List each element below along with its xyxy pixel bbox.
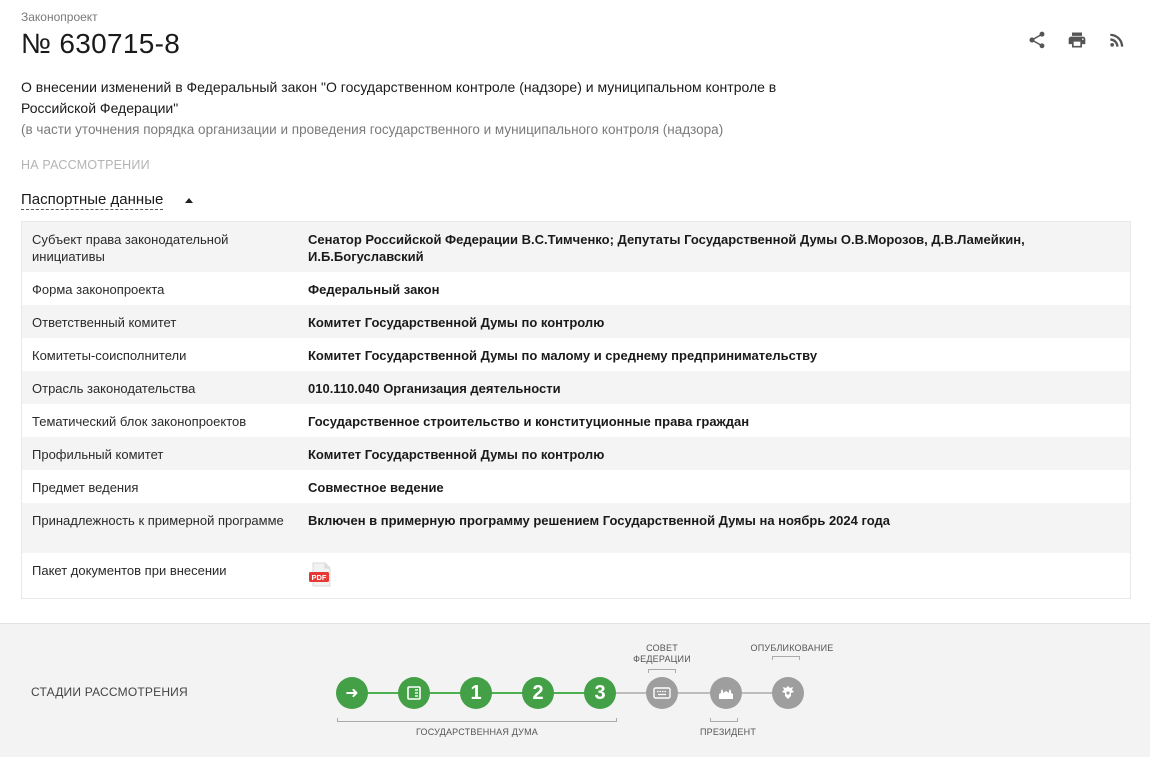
row-key: Тематический блок законопроектов: [32, 414, 247, 429]
print-icon[interactable]: [1067, 30, 1087, 50]
row-key: Пакет документов при внесении: [32, 563, 227, 578]
row-key: Форма законопроекта: [32, 282, 165, 297]
stage-reading-3[interactable]: 3: [584, 677, 616, 709]
rss-icon[interactable]: [1107, 30, 1127, 50]
passport-toggle[interactable]: Паспортные данные: [21, 191, 164, 210]
row-value: Сенатор Российской Федерации В.С.Тимченк…: [308, 232, 1025, 264]
caption-duma: ГОСУДАРСТВЕННАЯ ДУМА: [415, 727, 538, 737]
keyboard-icon: [653, 687, 671, 699]
header-actions: [1027, 30, 1127, 50]
table-row: Пакет документов при внесении PDF: [22, 553, 1130, 598]
coat-of-arms-icon: [782, 686, 794, 699]
caption-council: СОВЕТ ФЕДЕРАЦИИ: [620, 643, 704, 665]
table-row: Субъект права законодательной инициативы…: [22, 222, 1130, 272]
bill-number: № 630715-8: [21, 28, 181, 59]
table-row: Профильный комитет Комитет Государственн…: [22, 437, 1130, 470]
kremlin-icon: [719, 689, 733, 699]
bracket-council: [648, 669, 676, 673]
stage-publication[interactable]: [772, 677, 804, 709]
stage-president[interactable]: [710, 677, 742, 709]
status-badge: НА РАССМОТРЕНИИ: [21, 158, 150, 172]
caption-publication: ОПУБЛИКОВАНИЕ: [750, 643, 834, 653]
caption-president: ПРЕЗИДЕНТ: [699, 727, 757, 737]
row-value: Государственное строительство и конститу…: [308, 414, 750, 429]
row-value: Совместное ведение: [308, 480, 444, 495]
table-row: Принадлежность к примерной программе Вкл…: [22, 503, 1130, 553]
row-key: Предмет ведения: [32, 480, 139, 495]
table-row: Форма законопроекта Федеральный закон: [22, 272, 1130, 305]
bracket-president: [710, 718, 738, 722]
stage-reading-2[interactable]: 2: [522, 677, 554, 709]
row-key: Ответственный комитет: [32, 315, 177, 330]
row-key: Субъект права законодательной инициативы: [32, 232, 229, 264]
row-value: 010.110.040 Организация деятельности: [308, 381, 561, 396]
caption-council-line2: ФЕДЕРАЦИИ: [633, 654, 691, 664]
bill-kicker: Законопроект: [21, 10, 98, 24]
share-icon[interactable]: [1027, 30, 1047, 50]
row-value: Включен в примерную программу решением Г…: [308, 513, 890, 528]
stage-reading-1[interactable]: 1: [460, 677, 492, 709]
caret-up-icon[interactable]: [185, 198, 193, 203]
row-value: Комитет Государственной Думы по контролю: [308, 315, 605, 330]
bill-title: О внесении изменений в Федеральный закон…: [21, 79, 777, 116]
table-row: Отрасль законодательства 010.110.040 Орг…: [22, 371, 1130, 404]
bracket-duma: [337, 718, 617, 722]
row-value: Федеральный закон: [308, 282, 440, 297]
row-key: Отрасль законодательства: [32, 381, 196, 396]
row-value: Комитет Государственной Думы по малому и…: [308, 348, 818, 363]
passport-table: Субъект права законодательной инициативы…: [21, 221, 1131, 599]
stage-federation-council[interactable]: [646, 677, 678, 709]
stage-preliminary[interactable]: [398, 677, 430, 709]
row-key: Профильный комитет: [32, 447, 164, 462]
stages-panel: СТАДИИ РАССМОТРЕНИЯ ➜ 1 2 3 СОВЕТ ФЕДЕРА…: [0, 623, 1150, 757]
stage-submitted[interactable]: ➜: [336, 677, 368, 709]
track-pending: [600, 692, 788, 694]
row-value: PDF: [298, 553, 1130, 598]
pdf-icon[interactable]: PDF: [308, 562, 334, 588]
pdf-label: PDF: [312, 573, 327, 582]
row-key: Принадлежность к примерной программе: [32, 513, 284, 528]
caption-council-line1: СОВЕТ: [646, 643, 678, 653]
document-list-icon: [407, 686, 421, 700]
table-row: Комитеты-соисполнители Комитет Государст…: [22, 338, 1130, 371]
row-value: Комитет Государственной Думы по контролю: [308, 447, 605, 462]
bill-subtitle: (в части уточнения порядка организации и…: [21, 122, 724, 137]
table-row: Ответственный комитет Комитет Государств…: [22, 305, 1130, 338]
bracket-publication: [772, 656, 800, 660]
table-row: Тематический блок законопроектов Государ…: [22, 404, 1130, 437]
table-row: Предмет ведения Совместное ведение: [22, 470, 1130, 503]
arrow-right-icon: ➜: [345, 685, 359, 702]
stages-label: СТАДИИ РАССМОТРЕНИЯ: [31, 685, 188, 699]
row-key: Комитеты-соисполнители: [32, 348, 187, 363]
